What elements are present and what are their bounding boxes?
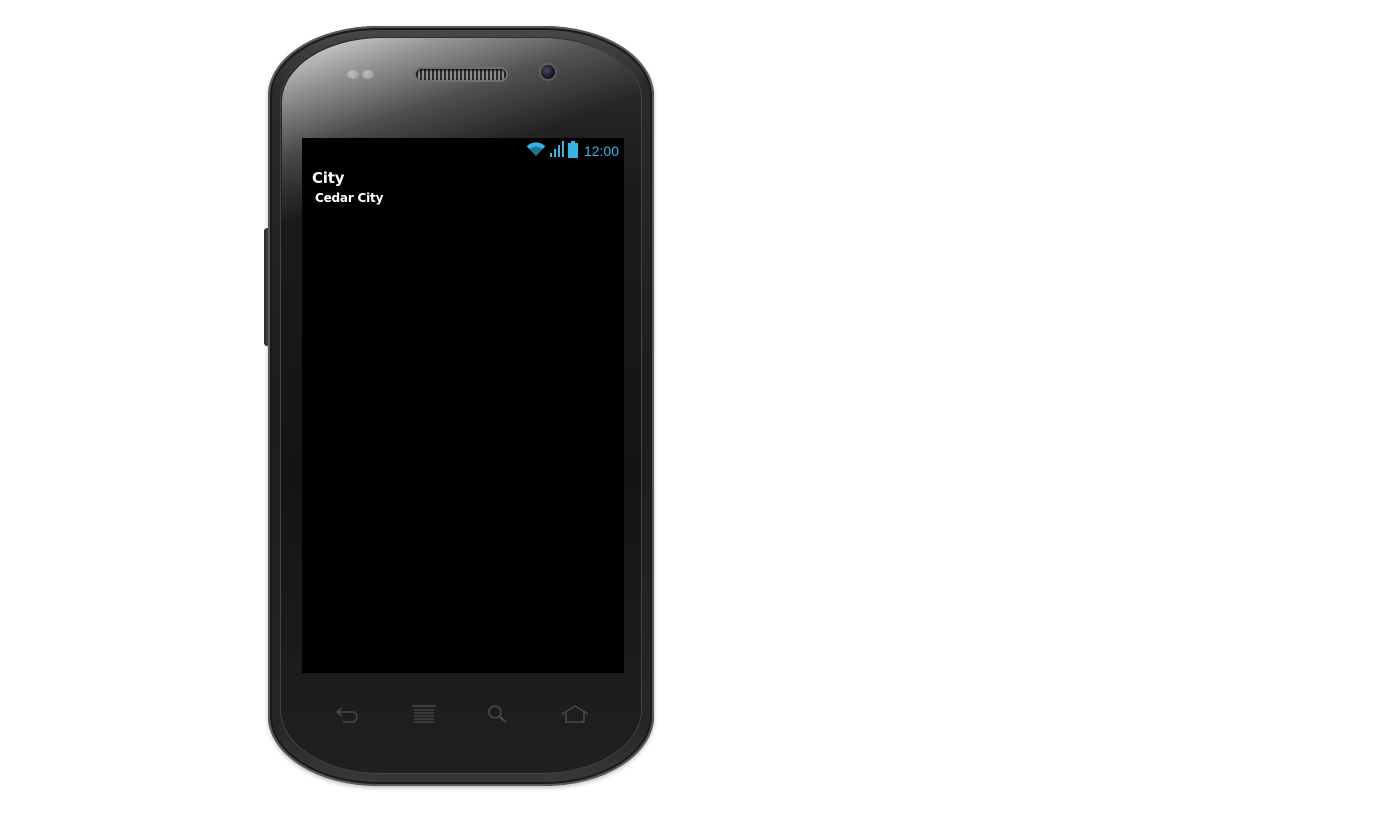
phone-screen: 12:00 City Cedar City xyxy=(302,138,624,673)
signal-icon xyxy=(549,141,564,161)
wifi-icon xyxy=(526,141,546,161)
search-button[interactable] xyxy=(478,700,518,732)
earpiece-icon xyxy=(416,69,506,80)
back-button[interactable] xyxy=(326,700,366,732)
stage: 12:00 City Cedar City xyxy=(0,0,1387,832)
back-icon xyxy=(333,705,359,727)
soft-keys xyxy=(320,700,610,732)
home-button[interactable] xyxy=(555,700,595,732)
content-area: City Cedar City xyxy=(302,164,624,673)
field-label: City xyxy=(312,169,345,187)
light-sensor-icon xyxy=(362,70,374,79)
front-camera-icon xyxy=(541,65,555,79)
battery-icon xyxy=(567,140,578,162)
proximity-sensor-icon xyxy=(347,70,359,79)
menu-button[interactable] xyxy=(404,700,444,732)
status-bar: 12:00 xyxy=(302,138,624,164)
status-icons: 12:00 xyxy=(526,140,619,162)
home-icon xyxy=(561,705,589,727)
status-clock: 12:00 xyxy=(583,143,619,159)
search-icon xyxy=(487,704,509,728)
field-value: Cedar City xyxy=(315,191,384,205)
menu-icon xyxy=(411,704,437,728)
